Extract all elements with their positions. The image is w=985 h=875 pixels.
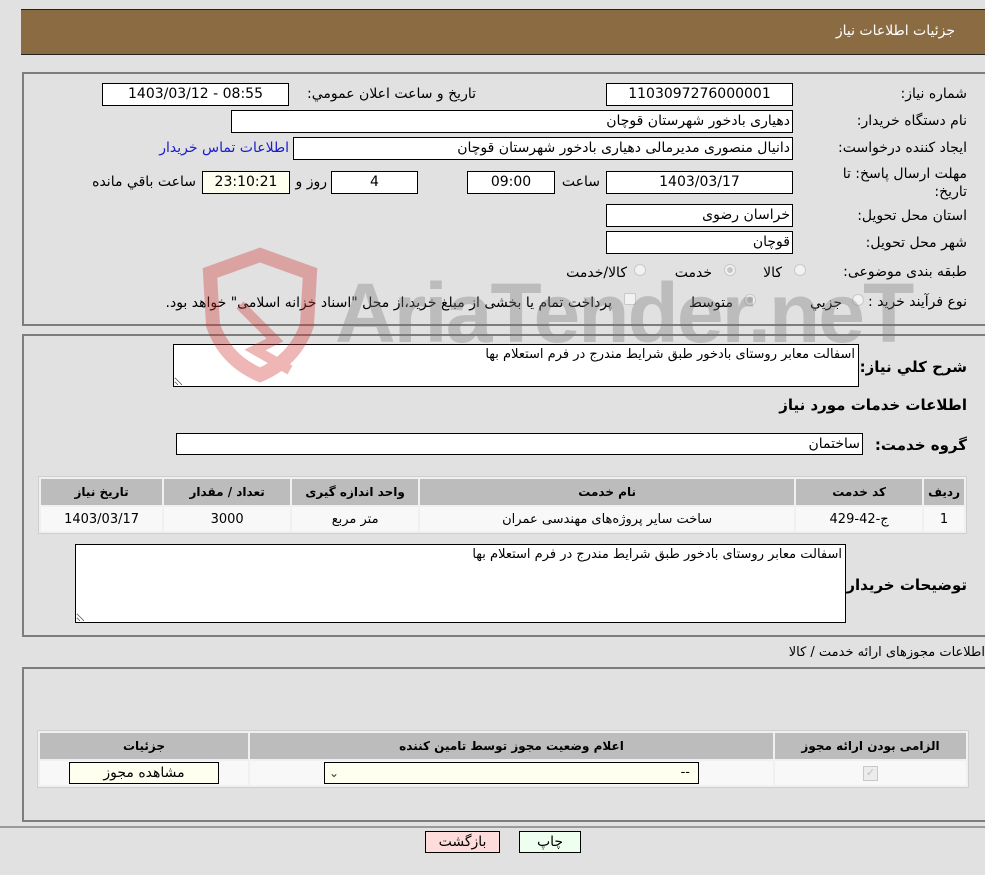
cell-unit: متر مربع bbox=[292, 507, 419, 531]
province-label: استان محل تحویل: bbox=[857, 208, 967, 224]
col-service-name: نام خدمت bbox=[420, 479, 795, 505]
days-remaining-field: 4 bbox=[331, 171, 418, 194]
cell-permit-status: -- ⌄ bbox=[250, 761, 773, 785]
footer-divider bbox=[0, 826, 985, 828]
category-option-service: خدمت bbox=[674, 265, 712, 281]
services-table: ردیف کد خدمت نام خدمت واحد اندازه گیری ت… bbox=[38, 476, 967, 534]
deadline-date-field: 1403/03/17 bbox=[606, 171, 793, 194]
requester-field: دانیال منصوری مدیرمالی دهیاری بادخور شهر… bbox=[293, 137, 793, 160]
remaining-time-field: 23:10:21 bbox=[202, 171, 290, 194]
permit-status-selected: -- bbox=[680, 765, 690, 780]
buyer-notes-textarea[interactable] bbox=[75, 544, 846, 623]
general-desc-textarea[interactable] bbox=[173, 344, 859, 387]
service-group-label: گروه خدمت: bbox=[874, 436, 967, 454]
col-permit-status: اعلام وضعیت مجوز توسط تامین کننده bbox=[250, 733, 773, 759]
permit-required-checkbox[interactable]: ✓ bbox=[863, 765, 878, 781]
process-option-minor: جزيي bbox=[810, 295, 842, 311]
deadline-time-field: 09:00 bbox=[467, 171, 555, 194]
days-label: روز و bbox=[295, 174, 328, 190]
buyer-notes-label: توضیحات خریدار: bbox=[840, 576, 967, 594]
view-permit-button[interactable]: مشاهده مجوز bbox=[69, 762, 219, 784]
category-radio-goods-service[interactable] bbox=[634, 264, 646, 276]
category-option-goods: کالا bbox=[763, 265, 782, 281]
buyer-org-field: دهیاری بادخور شهرستان قوچان bbox=[231, 110, 793, 133]
col-permit-details: جزئیات bbox=[40, 733, 248, 759]
service-group-field: ساختمان bbox=[176, 433, 863, 455]
cell-service-code: ج-42-429 bbox=[796, 507, 923, 531]
services-table-header: ردیف کد خدمت نام خدمت واحد اندازه گیری ت… bbox=[41, 479, 964, 505]
col-need-date: تاریخ نیاز bbox=[41, 479, 163, 505]
treasury-checkbox[interactable] bbox=[624, 293, 636, 305]
province-field: خراسان رضوی bbox=[606, 204, 793, 227]
city-label: شهر محل تحویل: bbox=[865, 235, 967, 251]
chevron-down-icon: ⌄ bbox=[329, 766, 340, 780]
cell-quantity: 3000 bbox=[164, 507, 291, 531]
col-permit-required: الزامی بودن ارائه مجوز bbox=[775, 733, 966, 759]
announce-label: تاریخ و ساعت اعلان عمومي: bbox=[307, 86, 476, 102]
deadline-time-label: ساعت bbox=[561, 174, 600, 190]
cell-row-number: 1 bbox=[924, 507, 964, 531]
table-row: 1 ج-42-429 ساخت سایر پروژه‌های مهندسی عم… bbox=[41, 507, 964, 531]
need-number-label: شماره نیاز: bbox=[900, 86, 968, 102]
permits-table: الزامی بودن ارائه مجوز اعلام وضعیت مجوز … bbox=[37, 730, 969, 788]
category-label: طبقه بندی موضوعی: bbox=[843, 264, 967, 280]
col-quantity: تعداد / مقدار bbox=[164, 479, 291, 505]
col-unit: واحد اندازه گیری bbox=[292, 479, 419, 505]
col-service-code: کد خدمت bbox=[796, 479, 923, 505]
permits-section-title: اطلاعات مجوزهای ارائه خدمت / کالا bbox=[788, 645, 985, 660]
requester-label: ایجاد کننده درخواست: bbox=[838, 140, 967, 156]
need-number-field: 1103097276000001 bbox=[606, 83, 793, 106]
category-radio-service[interactable] bbox=[724, 264, 736, 276]
services-section-title: اطلاعات خدمات مورد نیاز bbox=[779, 396, 967, 414]
buyer-org-label: نام دستگاه خریدار: bbox=[856, 113, 967, 129]
remaining-time-label: ساعت باقي مانده bbox=[92, 174, 196, 190]
process-option-medium: متوسط bbox=[689, 295, 733, 311]
page-title: جزئیات اطلاعات نیاز bbox=[835, 23, 955, 39]
page-header: جزئیات اطلاعات نیاز bbox=[21, 9, 985, 55]
print-button[interactable]: چاپ bbox=[519, 831, 581, 853]
general-desc-label: شرح کلي نیاز: bbox=[859, 358, 967, 376]
permit-status-select[interactable]: -- ⌄ bbox=[324, 762, 699, 784]
back-button[interactable]: بازگشت bbox=[425, 831, 500, 853]
cell-permit-required: ✓ bbox=[775, 761, 966, 785]
city-field: قوچان bbox=[606, 231, 793, 254]
buyer-contact-link[interactable]: اطلاعات تماس خریدار bbox=[159, 140, 289, 156]
cell-service-name: ساخت سایر پروژه‌های مهندسی عمران bbox=[420, 507, 795, 531]
category-option-goods-service: کالا/خدمت bbox=[566, 265, 627, 281]
process-radio-minor[interactable] bbox=[852, 294, 864, 306]
treasury-note: پرداخت تمام یا بخشی از مبلغ خرید،از محل … bbox=[165, 295, 612, 311]
cell-need-date: 1403/03/17 bbox=[41, 507, 163, 531]
deadline-label: مهلت ارسال پاسخ: تا تاریخ: bbox=[842, 166, 967, 200]
table-row: ✓ -- ⌄ مشاهده مجوز bbox=[40, 761, 966, 785]
announce-datetime-field: 1403/03/12 - 08:55 bbox=[102, 83, 289, 106]
col-row-number: ردیف bbox=[924, 479, 964, 505]
category-radio-goods[interactable] bbox=[794, 264, 806, 276]
process-type-label: نوع فرآیند خرید : bbox=[868, 294, 967, 310]
permits-table-header: الزامی بودن ارائه مجوز اعلام وضعیت مجوز … bbox=[40, 733, 966, 759]
process-radio-medium[interactable] bbox=[744, 294, 756, 306]
cell-permit-details: مشاهده مجوز bbox=[40, 761, 248, 785]
